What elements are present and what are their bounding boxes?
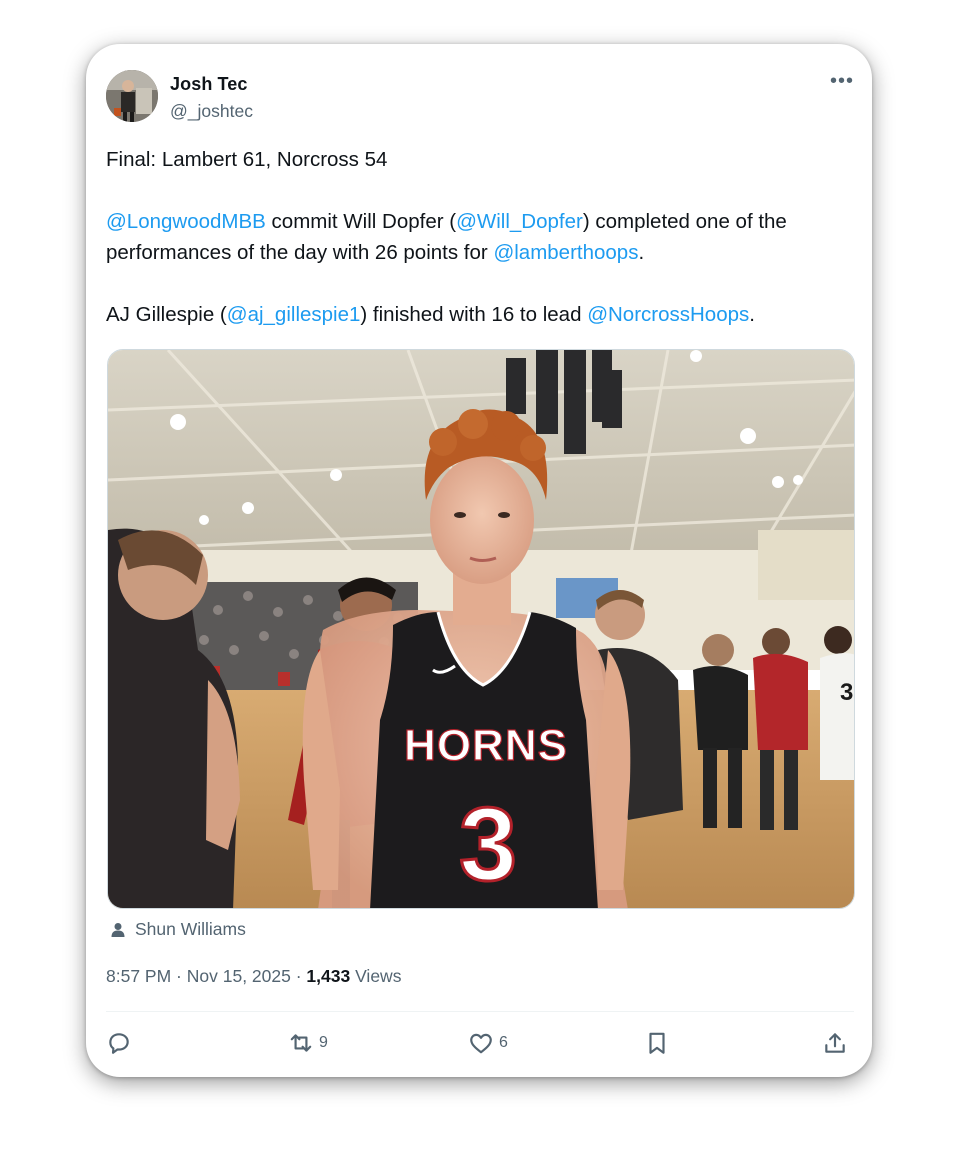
tweet-text: Final: Lambert 61, Norcross 54 @Longwood… — [106, 144, 858, 330]
repost-count: 9 — [319, 1034, 328, 1051]
jersey-number: 3 — [459, 787, 517, 903]
photo-credit: Shun Williams — [110, 919, 246, 940]
text-span: commit Will Dopfer ( — [265, 210, 457, 233]
text-span: AJ Gillespie ( — [106, 303, 227, 326]
like-button[interactable]: 6 — [468, 1030, 508, 1056]
bookmark-icon — [649, 1032, 665, 1054]
tweet-photo[interactable]: 3 HORNS 3 — [107, 349, 855, 909]
mention-norcrosshoops[interactable]: @NorcrossHoops — [587, 303, 749, 326]
like-count: 6 — [499, 1034, 508, 1051]
views-count: 1,433 — [306, 966, 351, 986]
share-button[interactable] — [822, 1030, 848, 1056]
tweet-paragraph-dopfer: @LongwoodMBB commit Will Dopfer (@Will_D… — [106, 206, 858, 268]
jersey-text: HORNS — [404, 721, 568, 770]
text-span: . — [749, 303, 755, 326]
meta-separator: · — [171, 966, 187, 986]
bookmark-button[interactable] — [644, 1030, 670, 1056]
text-span: ) finished with 16 to lead — [360, 303, 588, 326]
author-handle[interactable]: @_joshtec — [170, 101, 253, 122]
text-span: . — [638, 241, 645, 264]
author-avatar[interactable] — [106, 70, 158, 122]
heart-icon — [470, 1033, 492, 1054]
tweet-paragraph-gillespie: AJ Gillespie (@aj_gillespie1) finished w… — [106, 299, 858, 330]
repost-button[interactable]: 9 — [288, 1030, 328, 1056]
repost-icon — [290, 1034, 312, 1052]
tweet-card: Josh Tec @_joshtec ••• Final: Lambert 61… — [86, 44, 872, 1077]
meta-separator: · — [290, 966, 307, 986]
mention-will-dopfer[interactable]: @Will_Dopfer — [456, 210, 583, 233]
divider — [106, 1011, 854, 1012]
person-icon — [111, 922, 125, 937]
tweet-meta: 8:57 PM · Nov 15, 2025 · 1,433 Views — [106, 966, 401, 987]
tweet-time[interactable]: 8:57 PM — [106, 966, 171, 986]
side-jersey-number: 3 — [840, 679, 853, 706]
author-name[interactable]: Josh Tec — [170, 74, 248, 95]
more-horizontal-icon[interactable]: ••• — [830, 70, 854, 93]
mention-longwoodmbb[interactable]: @LongwoodMBB — [106, 210, 266, 233]
reply-icon — [109, 1033, 129, 1054]
action-bar: 9 6 — [106, 1030, 852, 1060]
share-icon — [825, 1033, 845, 1053]
photo-credit-name[interactable]: Shun Williams — [135, 919, 246, 940]
tweet-date[interactable]: Nov 15, 2025 — [187, 966, 291, 986]
reply-button[interactable] — [106, 1030, 132, 1056]
views-label: Views — [350, 966, 402, 986]
mention-lamberthoops[interactable]: @lamberthoops — [493, 241, 638, 264]
mention-aj-gillespie1[interactable]: @aj_gillespie1 — [227, 303, 361, 326]
tweet-line-score: Final: Lambert 61, Norcross 54 — [106, 148, 388, 171]
